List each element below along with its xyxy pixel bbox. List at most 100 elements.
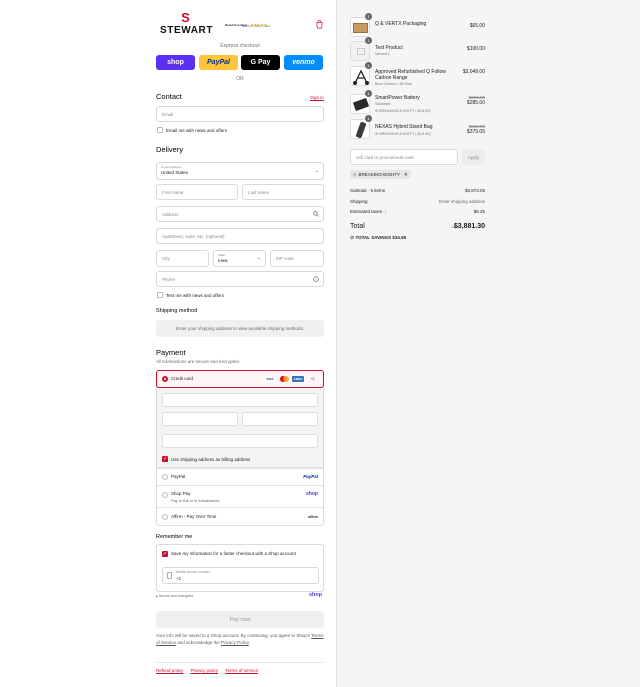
visa-icon: VISA	[264, 376, 276, 382]
product-thumbnail	[350, 66, 370, 86]
help-icon[interactable]: ?	[313, 276, 319, 282]
express-checkout-label: Express checkout	[220, 43, 260, 49]
email-field[interactable]: Email	[156, 106, 324, 122]
state-value: Iowa	[218, 258, 228, 263]
product-thumbnail	[350, 17, 370, 37]
card-expiry-field[interactable]	[162, 412, 238, 426]
footer-divider	[156, 662, 324, 663]
card-cvv-field[interactable]	[242, 412, 318, 426]
item-variant: Variant 1	[375, 52, 390, 56]
shopping-bag-icon[interactable]	[315, 20, 324, 29]
terms-of-service-link[interactable]: Terms of service	[225, 668, 258, 673]
apartment-field[interactable]: Apartment, suite, etc. (optional)	[156, 228, 324, 244]
billing-checkbox[interactable]: ✓	[162, 456, 168, 462]
google-pay-button[interactable]: G Pay	[241, 55, 280, 70]
first-name-field[interactable]: First name	[156, 184, 238, 200]
amex-icon: AMEX	[292, 376, 304, 382]
text-news-checkbox[interactable]	[157, 292, 163, 298]
last-name-field[interactable]: Last name	[242, 184, 324, 200]
city-field[interactable]: City	[156, 250, 209, 267]
shop-pay-radio[interactable]	[162, 492, 168, 498]
paypal-button[interactable]: PayPal	[199, 55, 238, 70]
svg-text:?: ?	[315, 277, 317, 281]
discount-code-field[interactable]: Gift card or promotional code	[350, 149, 458, 165]
item-price: $285.00	[466, 100, 485, 106]
refund-policy-link[interactable]: Refund policy	[156, 668, 183, 673]
store-logo[interactable]: S STEWART	[160, 11, 212, 38]
item-variant: Blue Carbon / 38 Hole	[375, 82, 413, 86]
address-field[interactable]: Address	[156, 206, 324, 222]
delivery-heading: Delivery	[156, 145, 184, 154]
venmo-button[interactable]: venmo	[284, 55, 323, 70]
discount-tag-icon: ⊘	[375, 132, 379, 136]
info-icon[interactable]: ⓘ	[383, 209, 387, 214]
mobile-phone-field[interactable]: Mobile phone number +1	[162, 567, 319, 584]
total-row: Total USD $3,881.30	[350, 223, 485, 230]
taxes-value: $8.25	[473, 209, 485, 214]
state-label: State	[218, 253, 226, 257]
line-item: 1 Test Product Variant 1 $100.00	[350, 37, 485, 61]
country-label: Country/Region	[161, 165, 182, 169]
card-name-field[interactable]	[162, 434, 318, 448]
secure-text: Secure and encrypted	[158, 594, 194, 598]
product-thumbnail	[350, 119, 370, 139]
shop-privacy-link[interactable]: Privacy Policy	[221, 640, 249, 645]
total-value: $3,881.30	[453, 223, 485, 230]
credit-card-option[interactable]: Credit card VISA AMEX +5	[156, 370, 324, 388]
taxes-label: Estimated taxes	[350, 209, 383, 214]
zip-field[interactable]: ZIP code	[270, 250, 324, 267]
country-select[interactable]: Country/Region United States ⌄	[156, 162, 324, 180]
paypal-option[interactable]: PayPal PayPal	[157, 468, 323, 485]
card-number-field[interactable]	[162, 393, 318, 407]
pay-now-button[interactable]: Pay now	[156, 611, 324, 628]
paypal-logo: PayPal	[303, 474, 318, 479]
payment-heading: Payment	[156, 348, 186, 357]
remove-discount-icon[interactable]: ✕	[404, 172, 408, 178]
privacy-policy-link[interactable]: Privacy policy	[191, 668, 219, 673]
item-name: NEXAS Hybrid Stand Bag	[375, 124, 433, 130]
applied-discount-code: BREAKING-EIGHTY	[358, 172, 400, 177]
credit-card-radio[interactable]	[162, 376, 168, 382]
email-placeholder: Email	[162, 112, 174, 117]
item-price: $3,049.00	[462, 69, 485, 75]
phone-field[interactable]: Phone ?	[156, 271, 324, 287]
shop-pay-sub: Pay in full or in installments	[171, 498, 220, 503]
shop-pay-logo: shop	[306, 491, 318, 497]
affirm-option[interactable]: Affirm - Pay Over Time affirm	[157, 507, 323, 525]
savings-row: ⊘ TOTAL SAVINGS $34.95	[350, 235, 485, 241]
address-placeholder: Address	[162, 212, 179, 217]
item-price: $100.00	[466, 46, 485, 52]
shop-pay-option[interactable]: Shop Pay Pay in full or in installments …	[157, 485, 323, 507]
savings-tag-icon: ⊘	[350, 235, 355, 241]
subtotal-label: Subtotal · 5 items	[350, 188, 386, 193]
save-info-checkbox[interactable]: ✓	[162, 551, 168, 557]
state-select[interactable]: State Iowa ⌄	[213, 250, 266, 267]
email-news-checkbox[interactable]	[157, 127, 163, 133]
sign-in-link[interactable]: Sign in	[310, 95, 324, 100]
payment-subtitle: All transactions are secure and encrypte…	[156, 359, 241, 364]
shipping-value: Enter shipping address	[438, 199, 485, 204]
savings-label: TOTAL SAVINGS	[355, 235, 392, 240]
affirm-radio[interactable]	[162, 514, 168, 520]
mastercard-icon	[279, 376, 289, 382]
shop-pay-button[interactable]: shop	[156, 55, 195, 70]
apply-button[interactable]: Apply	[462, 149, 485, 165]
secure-label: 🔒︎ Secure and encrypted	[156, 594, 193, 598]
mobile-icon	[167, 572, 172, 579]
phone-placeholder: Phone	[162, 277, 176, 282]
discount-code-placeholder: Gift card or promotional code	[356, 155, 415, 160]
disclaimer-text-2: and acknowledge the	[176, 639, 222, 645]
footer-links: Refund policy Privacy policy Terms of se…	[156, 668, 264, 673]
item-discount-label: BREAKING-EIGHTY (-$19.95)	[379, 132, 431, 136]
remember-heading: Remember me	[156, 534, 193, 540]
paypal-radio[interactable]	[162, 474, 168, 480]
item-price-block: $300.00 $285.00	[467, 95, 485, 106]
shop-logo: shop	[309, 592, 323, 598]
apartment-placeholder: Apartment, suite, etc. (optional)	[162, 234, 225, 239]
contact-heading: Contact	[156, 92, 182, 101]
item-price-block: $399.00 $379.05	[467, 124, 485, 135]
last-name-placeholder: Last name	[248, 190, 270, 195]
checkout-main: S STEWART Rated Excellent ★★★★★ Based on…	[0, 0, 336, 687]
shipping-label: Shipping	[350, 199, 368, 204]
quantity-badge: 1	[365, 90, 372, 97]
